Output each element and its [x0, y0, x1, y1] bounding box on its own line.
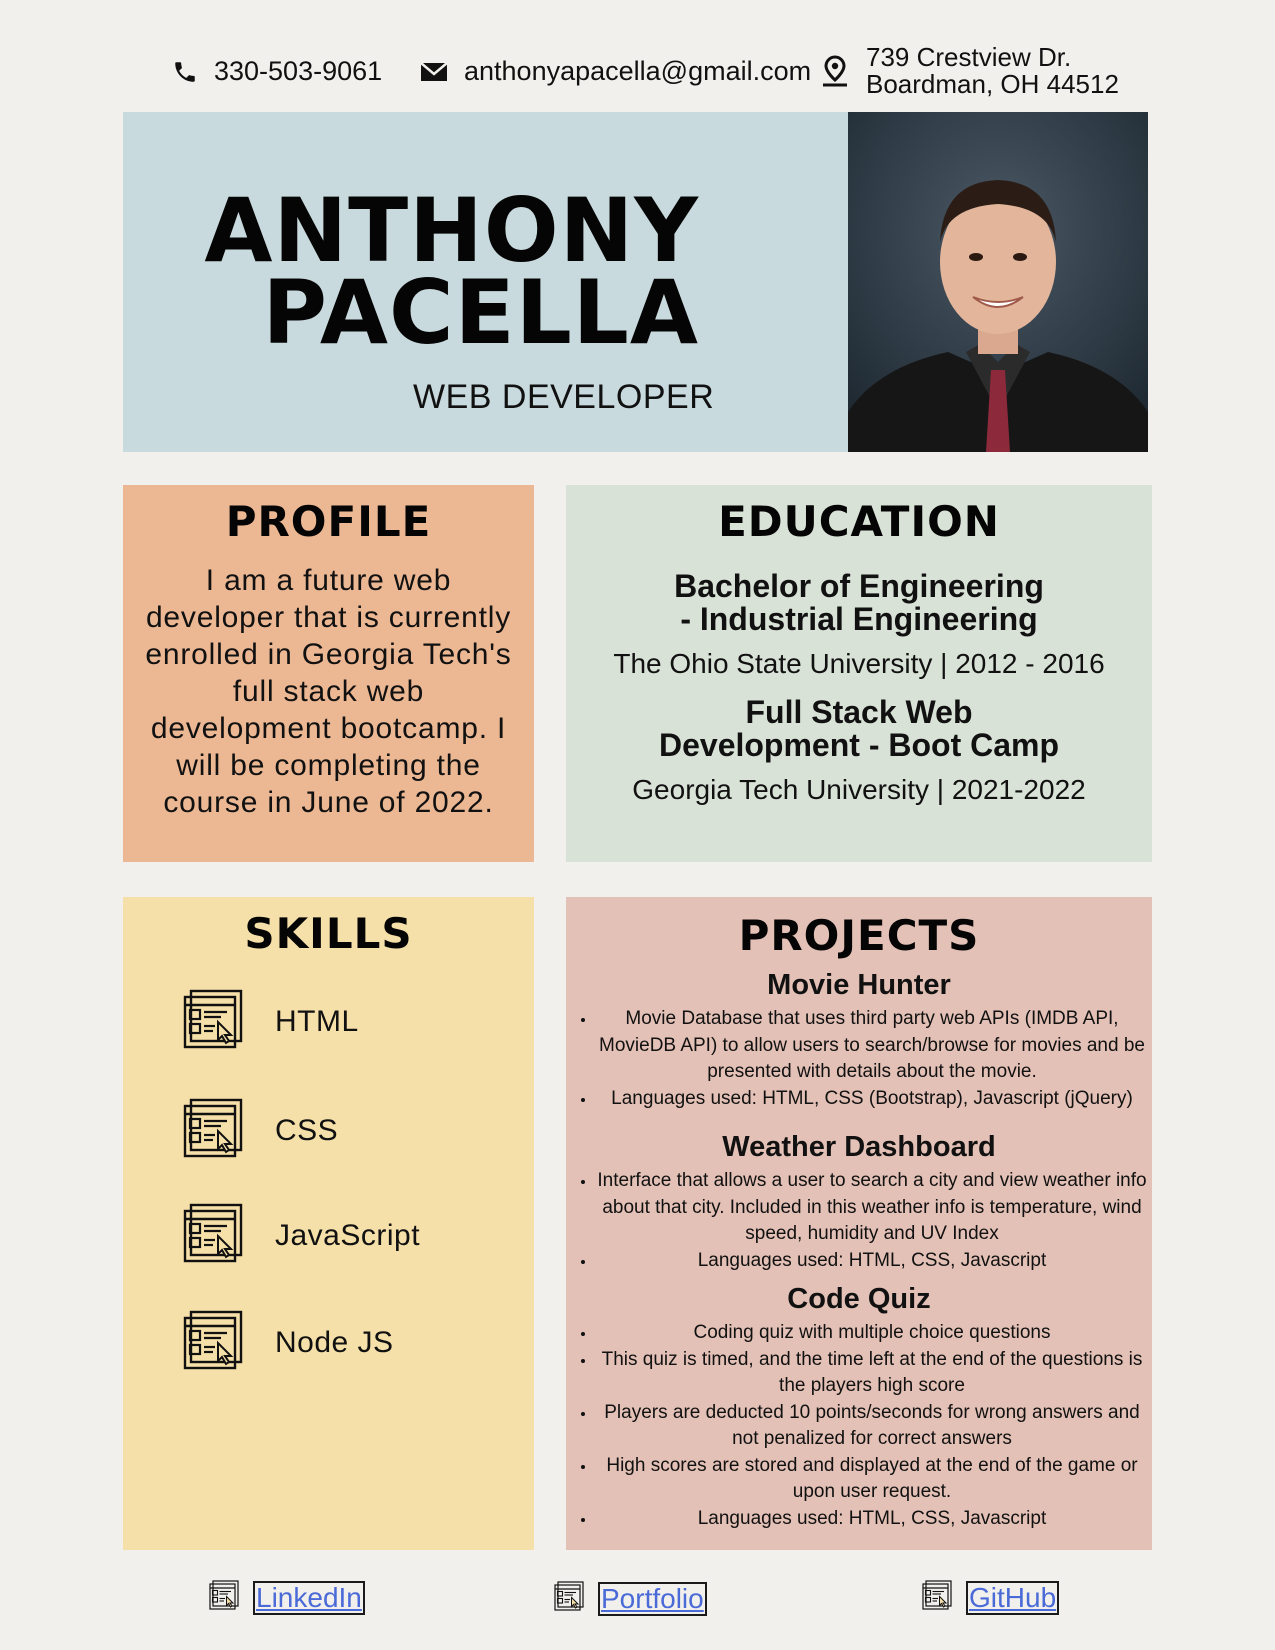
phone-text: 330-503-9061: [214, 56, 383, 86]
job-title: WEB DEVELOPER: [413, 378, 715, 416]
web-page-icon: [183, 1310, 243, 1375]
project-bullet: Players are deducted 10 points/seconds f…: [596, 1400, 1148, 1453]
project-bullets: Movie Database that uses third party web…: [566, 1006, 1152, 1112]
footer-link-github: GitHub: [922, 1580, 1060, 1615]
project-bullet: Languages used: HTML, CSS, Javascript: [596, 1506, 1148, 1533]
footer-link-linkedin: LinkedIn: [209, 1580, 365, 1615]
project-bullet: Languages used: HTML, CSS, Javascript: [596, 1248, 1148, 1275]
profile-text: I am a future web developer that is curr…: [145, 564, 512, 819]
contact-email: anthonyapacella@gmail.com: [420, 56, 811, 87]
web-page-icon: [183, 989, 243, 1054]
web-page-icon: [209, 1580, 239, 1615]
project-bullet: Languages used: HTML, CSS (Bootstrap), J…: [596, 1086, 1148, 1113]
github-link[interactable]: GitHub: [966, 1580, 1060, 1615]
project-title: Movie Hunter: [767, 969, 951, 1001]
education-school: The Ohio State University | 2012 - 2016: [613, 648, 1105, 679]
skill-item: HTML: [183, 989, 359, 1054]
location-pin-icon: [820, 55, 850, 87]
projects-heading: PROJECTS: [738, 911, 980, 960]
skills-heading: SKILLS: [244, 909, 413, 958]
project-bullet: Coding quiz with multiple choice questio…: [596, 1320, 1148, 1347]
profile-heading: PROFILE: [225, 497, 432, 546]
web-page-icon: [922, 1580, 952, 1615]
email-text: anthonyapacella@gmail.com: [464, 56, 812, 86]
address-text: 739 Crestview Dr. Boardman, OH 44512: [866, 44, 1119, 98]
project-bullet: Movie Database that uses third party web…: [596, 1006, 1148, 1086]
project-title: Weather Dashboard: [722, 1131, 996, 1163]
contact-address: 739 Crestview Dr. Boardman, OH 44512: [820, 44, 1119, 98]
project-bullets: Coding quiz with multiple choice questio…: [566, 1320, 1152, 1532]
project-title: Code Quiz: [787, 1283, 931, 1315]
skill-label: Node JS: [275, 1325, 394, 1359]
portfolio-link[interactable]: Portfolio: [598, 1581, 707, 1616]
name-header: ANTHONY PACELLA WEB DEVELOPER: [123, 112, 849, 452]
profile-section: PROFILE I am a future web developer that…: [123, 485, 534, 862]
profile-photo: [848, 112, 1148, 452]
education-section: EDUCATION Bachelor of Engineering - Indu…: [566, 485, 1152, 862]
first-name: ANTHONY: [204, 179, 699, 282]
skill-label: HTML: [275, 1004, 359, 1038]
education-degree: Full Stack Web Development - Boot Camp: [566, 696, 1152, 762]
degree-line: Full Stack Web: [745, 694, 973, 730]
web-page-icon: [183, 1098, 243, 1163]
envelope-icon: [420, 61, 448, 83]
skill-item: JavaScript: [183, 1203, 420, 1268]
web-page-icon: [183, 1203, 243, 1268]
education-degree: Bachelor of Engineering - Industrial Eng…: [566, 570, 1152, 636]
contact-phone: 330-503-9061: [172, 56, 382, 87]
phone-icon: [172, 59, 198, 85]
full-name: ANTHONY PACELLA: [204, 179, 699, 364]
linkedin-link[interactable]: LinkedIn: [253, 1580, 365, 1615]
degree-line: Development - Boot Camp: [658, 727, 1060, 763]
degree-line: - Industrial Engineering: [680, 601, 1038, 637]
project-bullet: Interface that allows a user to search a…: [596, 1168, 1148, 1248]
footer-link-portfolio: Portfolio: [554, 1581, 707, 1616]
project-bullets: Interface that allows a user to search a…: [566, 1168, 1152, 1274]
project-bullet: This quiz is timed, and the time left at…: [596, 1347, 1148, 1400]
address-line2: Boardman, OH 44512: [866, 69, 1119, 99]
degree-line: Bachelor of Engineering: [674, 568, 1044, 604]
last-name: PACELLA: [262, 261, 699, 364]
web-page-icon: [554, 1581, 584, 1616]
skill-label: CSS: [275, 1113, 339, 1147]
address-line1: 739 Crestview Dr.: [866, 42, 1072, 72]
project-bullet: High scores are stored and displayed at …: [596, 1453, 1148, 1506]
education-heading: EDUCATION: [718, 497, 1000, 546]
skill-item: CSS: [183, 1098, 338, 1163]
education-school: Georgia Tech University | 2021-2022: [632, 774, 1086, 805]
skill-item: Node JS: [183, 1310, 394, 1375]
projects-section: PROJECTS Movie Hunter Movie Database tha…: [566, 897, 1152, 1550]
portrait-image: [848, 112, 1148, 452]
skills-section: SKILLS HTML CSS JavaScript Node JS: [123, 897, 534, 1550]
skill-label: JavaScript: [275, 1218, 421, 1252]
